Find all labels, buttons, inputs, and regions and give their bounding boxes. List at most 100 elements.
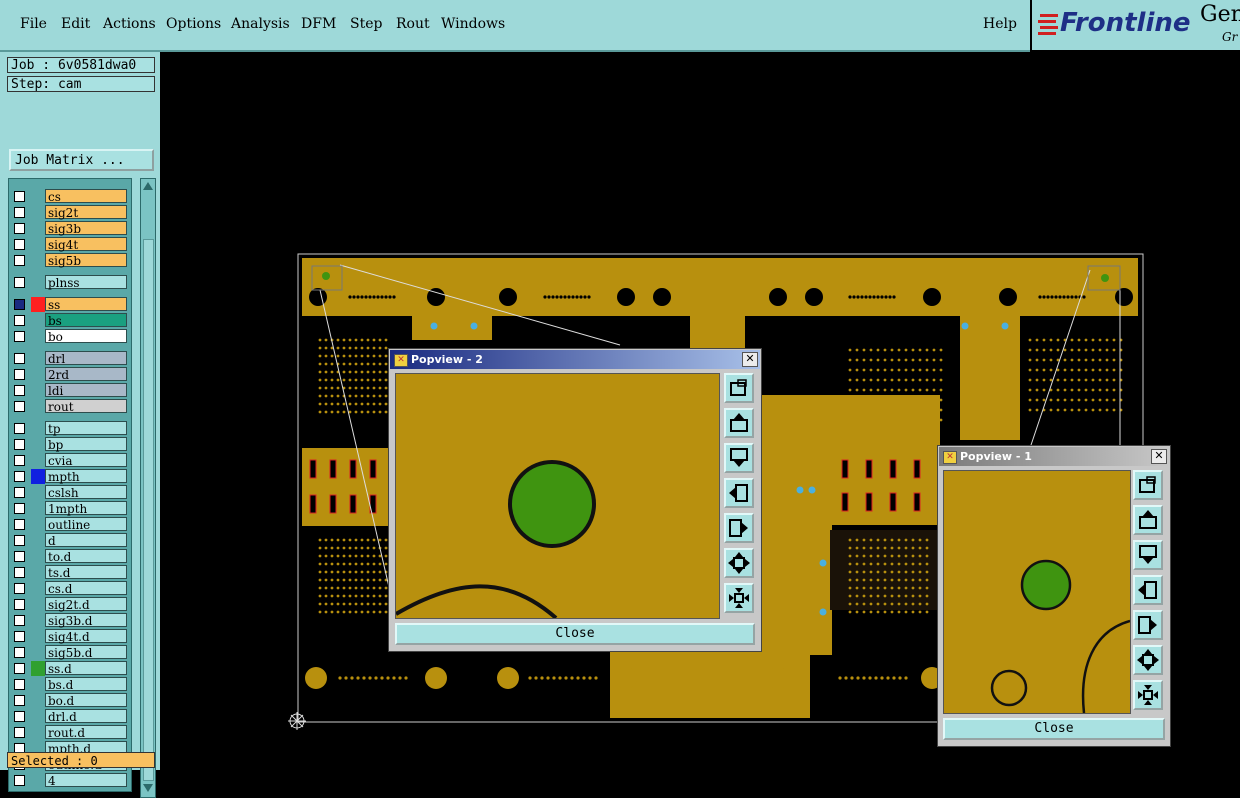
layer-name[interactable]: sig5b [45,253,127,268]
layer-name[interactable]: sig5b.d [45,645,127,660]
layer-row[interactable]: sig2t.d [11,597,129,612]
layer-name[interactable]: cs [45,189,127,204]
layer-scrollbar[interactable] [140,178,156,798]
layer-name[interactable]: ldi [45,383,127,398]
layer-name[interactable]: 2rd [45,367,127,382]
layer-checkbox[interactable] [14,775,25,786]
menu-dfm[interactable]: DFM [301,16,336,32]
zoom-out-icon[interactable] [1133,645,1163,675]
layer-checkbox[interactable] [14,299,25,310]
pan-down-icon[interactable] [1133,540,1163,570]
scroll-up-icon[interactable] [142,181,154,191]
layer-row[interactable]: sig2t [11,205,129,220]
layer-checkbox[interactable] [14,519,25,530]
layer-name[interactable]: sig4t [45,237,127,252]
window-menu-icon[interactable]: ✕ [394,354,408,367]
layer-row[interactable]: cs [11,189,129,204]
layer-checkbox[interactable] [14,503,25,514]
layer-name[interactable]: ss.d [45,661,127,676]
popview-2-close-icon[interactable]: ✕ [742,352,758,367]
layer-name[interactable]: bo [45,329,127,344]
layer-name[interactable]: cvia [45,453,127,468]
pan-left-icon[interactable] [1133,575,1163,605]
popview-1-close-button[interactable]: Close [943,718,1165,740]
layer-checkbox[interactable] [14,369,25,380]
layer-checkbox[interactable] [14,207,25,218]
job-matrix-button[interactable]: Job Matrix ... [9,149,154,171]
layer-checkbox[interactable] [14,455,25,466]
layer-row[interactable]: tp [11,421,129,436]
layer-name[interactable]: drl [45,351,127,366]
scroll-thumb[interactable] [143,239,154,781]
layer-row[interactable]: ts.d [11,565,129,580]
menu-options[interactable]: Options [166,16,221,32]
layer-name[interactable]: drl.d [45,709,127,724]
layer-checkbox[interactable] [14,487,25,498]
layer-checkbox[interactable] [14,385,25,396]
layer-row[interactable]: ldi [11,383,129,398]
layer-name[interactable]: 1mpth [45,501,127,516]
layer-row[interactable]: ss [11,297,129,312]
layer-name[interactable]: bp [45,437,127,452]
layer-row[interactable]: 4 [11,773,129,788]
layer-name[interactable]: cslsh [45,485,127,500]
layer-checkbox[interactable] [14,663,25,674]
layer-name[interactable]: d [45,533,127,548]
layer-name[interactable]: sig3b.d [45,613,127,628]
layer-checkbox[interactable] [14,679,25,690]
layer-name[interactable]: sig3b [45,221,127,236]
origin-crosshair-icon[interactable] [288,712,306,730]
layer-row[interactable]: sig4t [11,237,129,252]
pan-up-icon[interactable] [724,408,754,438]
layer-row[interactable]: outline [11,517,129,532]
layer-row[interactable]: bp [11,437,129,452]
layer-row[interactable]: cvia [11,453,129,468]
layer-name[interactable]: sig2t.d [45,597,127,612]
layer-row[interactable]: bs.d [11,677,129,692]
pan-left-icon[interactable] [724,478,754,508]
layer-name[interactable]: rout.d [45,725,127,740]
popview-1-close-icon[interactable]: ✕ [1151,449,1167,464]
layer-row[interactable]: to.d [11,549,129,564]
layer-row[interactable]: rout.d [11,725,129,740]
menu-edit[interactable]: Edit [61,16,90,32]
layer-name[interactable]: ts.d [45,565,127,580]
layer-row[interactable]: cs.d [11,581,129,596]
layer-row[interactable]: sig5b [11,253,129,268]
layer-row[interactable]: bo.d [11,693,129,708]
layer-checkbox[interactable] [14,331,25,342]
layer-checkbox[interactable] [14,439,25,450]
layer-name[interactable]: plnss [45,275,127,290]
popview-1-view[interactable] [943,470,1131,714]
layer-checkbox[interactable] [14,277,25,288]
menu-rout[interactable]: Rout [396,16,430,32]
layer-row[interactable]: sig5b.d [11,645,129,660]
pan-down-icon[interactable] [724,443,754,473]
layer-checkbox[interactable] [14,423,25,434]
layer-name[interactable]: sig2t [45,205,127,220]
layer-checkbox[interactable] [14,471,25,482]
menu-analysis[interactable]: Analysis [231,16,290,32]
layer-name[interactable]: ss [45,297,127,312]
layer-checkbox[interactable] [14,315,25,326]
layer-checkbox[interactable] [14,631,25,642]
layer-checkbox[interactable] [14,535,25,546]
layer-name[interactable]: bs [45,313,127,328]
menu-help[interactable]: Help [983,16,1017,32]
zoom-out-icon[interactable] [724,548,754,578]
layer-row[interactable]: plnss [11,275,129,290]
layer-checkbox[interactable] [14,727,25,738]
layer-row[interactable]: 1mpth [11,501,129,516]
layer-row[interactable]: d [11,533,129,548]
pan-right-icon[interactable] [1133,610,1163,640]
layer-name[interactable]: bo.d [45,693,127,708]
layer-name[interactable]: bs.d [45,677,127,692]
layer-row[interactable]: bs [11,313,129,328]
layer-name[interactable]: to.d [45,549,127,564]
layer-row[interactable]: rout [11,399,129,414]
layer-checkbox[interactable] [14,615,25,626]
layer-checkbox[interactable] [14,239,25,250]
layer-row[interactable]: sig4t.d [11,629,129,644]
zoom-fit-icon[interactable] [1133,470,1163,500]
zoom-fit-icon[interactable] [724,373,754,403]
